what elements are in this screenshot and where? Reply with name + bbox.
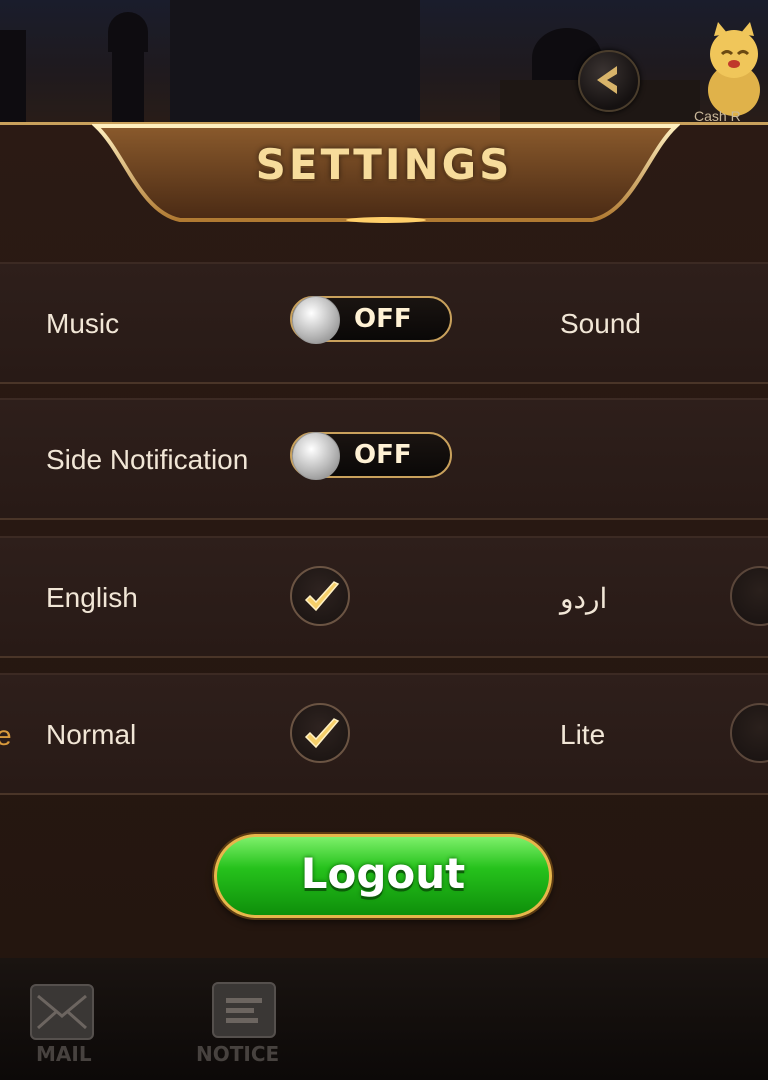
urdu-checkbox[interactable] — [730, 566, 768, 626]
settings-row-audio: Music OFF Sound — [0, 262, 768, 384]
side-notification-toggle[interactable]: OFF — [290, 432, 452, 480]
notice-icon — [212, 982, 276, 1038]
back-button[interactable] — [578, 50, 640, 112]
sound-label: Sound — [560, 308, 641, 339]
nav-item-notice[interactable]: NOTICE — [196, 982, 296, 1068]
mail-icon — [30, 984, 94, 1040]
lucky-cat-icon — [700, 20, 768, 120]
music-label: Music — [46, 308, 120, 339]
toggle-knob — [292, 296, 340, 344]
mail-label: MAIL — [36, 1042, 92, 1066]
background-tower — [0, 30, 26, 130]
logout-label: Logout — [300, 849, 466, 898]
background-scenery — [0, 0, 768, 130]
urdu-label: اردو — [560, 583, 608, 614]
chevron-left-icon — [597, 66, 617, 94]
settings-row-language: English اردو — [0, 536, 768, 658]
normal-checkbox[interactable] — [290, 703, 350, 763]
music-toggle[interactable]: OFF — [290, 296, 452, 344]
background-building — [170, 0, 420, 130]
music-toggle-state: OFF — [354, 304, 412, 334]
lite-checkbox[interactable] — [730, 703, 768, 763]
settings-row-mode: Normal Lite — [0, 673, 768, 795]
logout-button[interactable]: Logout — [214, 834, 552, 918]
page-title: SETTINGS — [255, 140, 513, 189]
checkmark-icon — [304, 718, 340, 749]
mode-section-label: e — [0, 720, 12, 751]
notice-label: NOTICE — [196, 1042, 280, 1066]
background-tower — [112, 40, 144, 130]
normal-label: Normal — [46, 719, 137, 750]
side-notification-toggle-state: OFF — [354, 440, 412, 470]
settings-row-notification: Side Notification OFF — [0, 398, 768, 520]
bottom-nav: MAIL NOTICE — [0, 958, 768, 1080]
nav-item-mail[interactable]: MAIL — [28, 984, 98, 1068]
lite-label: Lite — [560, 719, 606, 750]
english-label: English — [46, 582, 138, 613]
toggle-knob — [292, 432, 340, 480]
side-notification-label: Side Notification — [46, 444, 249, 475]
english-checkbox[interactable] — [290, 566, 350, 626]
checkmark-icon — [304, 581, 340, 612]
